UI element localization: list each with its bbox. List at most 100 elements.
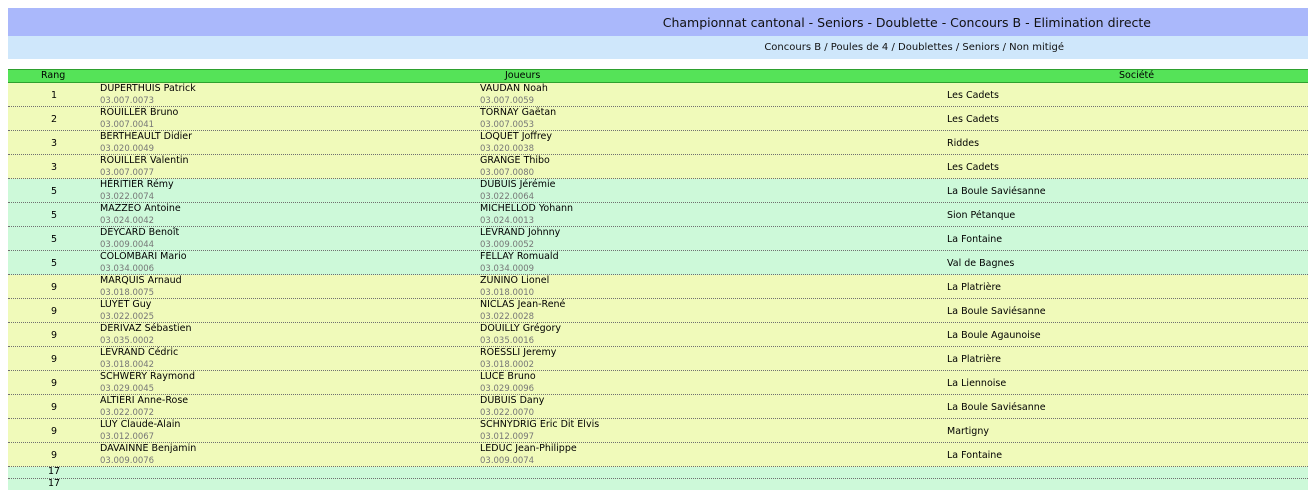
results-table: 1 DUPERTHUIS Patrick 03.007.0073 VAUDAN Noa… <box>8 83 1308 490</box>
player-license: 03.029.0096 <box>480 384 535 394</box>
player-license: 03.009.0052 <box>480 240 535 250</box>
player-two: ZUNINO Lionel 03.018.0010 <box>480 275 550 299</box>
rank-cell: 17 <box>47 478 61 489</box>
club-cell: Val de Bagnes <box>947 258 1015 269</box>
player-one: DEYCARD Benoît 03.009.0044 <box>100 227 180 251</box>
player-license: 03.012.0067 <box>100 432 155 442</box>
table-row: 2 ROUILLER Bruno 03.007.0041 TORNAY Gaëtan 0… <box>8 107 1308 131</box>
player-one: LUYET Guy 03.022.0025 <box>100 299 155 323</box>
rank-cell: 9 <box>50 306 58 317</box>
rank-cell: 9 <box>50 282 58 293</box>
player-two: DUBUIS Jérémie 03.022.0064 <box>480 179 556 203</box>
player-name: FELLAY Romuald <box>480 251 559 262</box>
column-header-joueurs: Joueurs <box>505 70 541 81</box>
club-cell: La Boule Agaunoise <box>947 330 1041 341</box>
rank-cell: 9 <box>50 378 58 389</box>
player-name: VAUDAN Noah <box>480 83 548 94</box>
player-license: 03.029.0045 <box>100 384 155 394</box>
player-license: 03.022.0074 <box>100 192 155 202</box>
player-name: MICHELLOD Yohann <box>480 203 574 214</box>
club-cell: La Boule Saviésanne <box>947 402 1046 413</box>
table-row: 17 <box>8 467 1308 479</box>
player-name: LEDUC Jean-Philippe <box>480 443 577 454</box>
player-name: MAZZEO Antoine <box>100 203 181 214</box>
player-license: 03.007.0053 <box>480 120 535 130</box>
player-license: 03.007.0077 <box>100 168 155 178</box>
table-row: 5 MAZZEO Antoine 03.024.0042 MICHELLOD Yoha… <box>8 203 1308 227</box>
page-title: Championnat cantonal - Seniors - Doublet… <box>662 15 1151 30</box>
club-cell: La Platrière <box>947 282 1001 293</box>
player-two: TORNAY Gaëtan 03.007.0053 <box>480 108 556 131</box>
club-cell: Riddes <box>947 138 980 149</box>
table-row: 17 <box>8 479 1308 490</box>
player-one: SCHWERY Raymond 03.029.0045 <box>100 372 195 395</box>
player-two: VAUDAN Noah 03.007.0059 <box>480 83 548 107</box>
table-row: 5 DEYCARD Benoît 03.009.0044 LEVRAND Johnny… <box>8 227 1308 251</box>
player-two: SCHNYDRIG Eric Dit Elvis 03.012.0097 <box>480 419 600 443</box>
player-name: DEYCARD Benoît <box>100 227 180 238</box>
player-name: ROUILLER Bruno <box>100 107 179 118</box>
rank-cell: 5 <box>50 210 58 221</box>
rank-cell: 9 <box>50 402 58 413</box>
rank-cell: 17 <box>47 466 61 477</box>
player-one: LUY Claude-Alain 03.012.0067 <box>100 420 180 443</box>
club-cell: Les Cadets <box>947 162 999 173</box>
player-name: COLOMBARI Mario <box>100 251 187 262</box>
player-license: 03.024.0042 <box>100 216 155 226</box>
table-row: 3 BERTHEAULT Didier 03.020.0049 LOQUET Joff… <box>8 131 1308 155</box>
table-row: 9 LEVRAND Cédric 03.018.0042 ROESSLI Jeremy… <box>8 347 1308 371</box>
player-one: BERTHEAULT Didier 03.020.0049 <box>100 132 192 155</box>
player-name: DOUILLY Grégory <box>480 323 561 334</box>
player-one: DUPERTHUIS Patrick 03.007.0073 <box>100 84 196 107</box>
player-name: ROUILLER Valentin <box>100 155 189 166</box>
player-two: GRANGE Thibo 03.007.0080 <box>480 156 550 179</box>
player-license: 03.035.0002 <box>100 336 155 346</box>
club-cell: Martigny <box>947 426 989 437</box>
player-name: ALTIERI Anne-Rose <box>100 395 189 406</box>
player-two: MICHELLOD Yohann 03.024.0013 <box>480 203 574 227</box>
player-name: ZUNINO Lionel <box>480 275 550 286</box>
player-license: 03.022.0028 <box>480 312 535 322</box>
rank-cell: 9 <box>50 426 58 437</box>
player-name: LUYET Guy <box>100 299 152 310</box>
player-name: DERIVAZ Sébastien <box>100 323 192 334</box>
player-name: LOQUET Joffrey <box>480 131 553 142</box>
player-two: LOQUET Joffrey 03.020.0038 <box>480 131 553 155</box>
player-license: 03.007.0080 <box>480 168 535 178</box>
player-license: 03.009.0044 <box>100 240 155 250</box>
table-row: 9 SCHWERY Raymond 03.029.0045 LUCE Bruno 03.… <box>8 371 1308 395</box>
club-cell: La Boule Saviésanne <box>947 186 1046 197</box>
player-license: 03.018.0002 <box>480 360 535 370</box>
player-license: 03.035.0016 <box>480 336 535 346</box>
player-license: 03.009.0074 <box>480 456 535 466</box>
player-one: COLOMBARI Mario 03.034.0006 <box>100 251 187 275</box>
column-header-societe: Société <box>1119 70 1155 81</box>
club-cell: Sion Pétanque <box>947 210 1016 221</box>
player-license: 03.022.0070 <box>480 408 535 418</box>
player-license: 03.034.0006 <box>100 264 155 274</box>
player-one: ALTIERI Anne-Rose 03.022.0072 <box>100 395 189 419</box>
club-cell: La Platrière <box>947 354 1001 365</box>
player-name: LEVRAND Cédric <box>100 347 179 358</box>
player-license: 03.020.0049 <box>100 144 155 154</box>
player-license: 03.024.0013 <box>480 216 535 226</box>
player-name: MARQUIS Arnaud <box>100 275 182 286</box>
player-one: DERIVAZ Sébastien 03.035.0002 <box>100 323 192 347</box>
player-license: 03.022.0064 <box>480 192 535 202</box>
player-one: LEVRAND Cédric 03.018.0042 <box>100 347 179 371</box>
club-cell: Les Cadets <box>947 90 999 101</box>
table-row: 9 LUY Claude-Alain 03.012.0067 SCHNYDRIG Er… <box>8 419 1308 443</box>
table-row: 9 MARQUIS Arnaud 03.018.0075 ZUNINO Lionel 0… <box>8 275 1308 299</box>
table-row: 9 ALTIERI Anne-Rose 03.022.0072 DUBUIS Dany… <box>8 395 1308 419</box>
player-one: HÉRITIER Rémy 03.022.0074 <box>100 179 174 203</box>
player-license: 03.020.0038 <box>480 144 535 154</box>
table-row: 3 ROUILLER Valentin 03.007.0077 GRANGE Thib… <box>8 155 1308 179</box>
rank-cell: 2 <box>50 114 58 125</box>
player-two: DOUILLY Grégory 03.035.0016 <box>480 323 561 347</box>
player-name: SCHNYDRIG Eric Dit Elvis <box>480 419 600 430</box>
player-name: DAVAINNE Benjamin <box>100 443 197 454</box>
player-license: 03.022.0025 <box>100 312 155 322</box>
player-two: DUBUIS Dany 03.022.0070 <box>480 396 544 419</box>
player-name: DUBUIS Jérémie <box>480 179 556 190</box>
player-name: HÉRITIER Rémy <box>100 179 174 190</box>
